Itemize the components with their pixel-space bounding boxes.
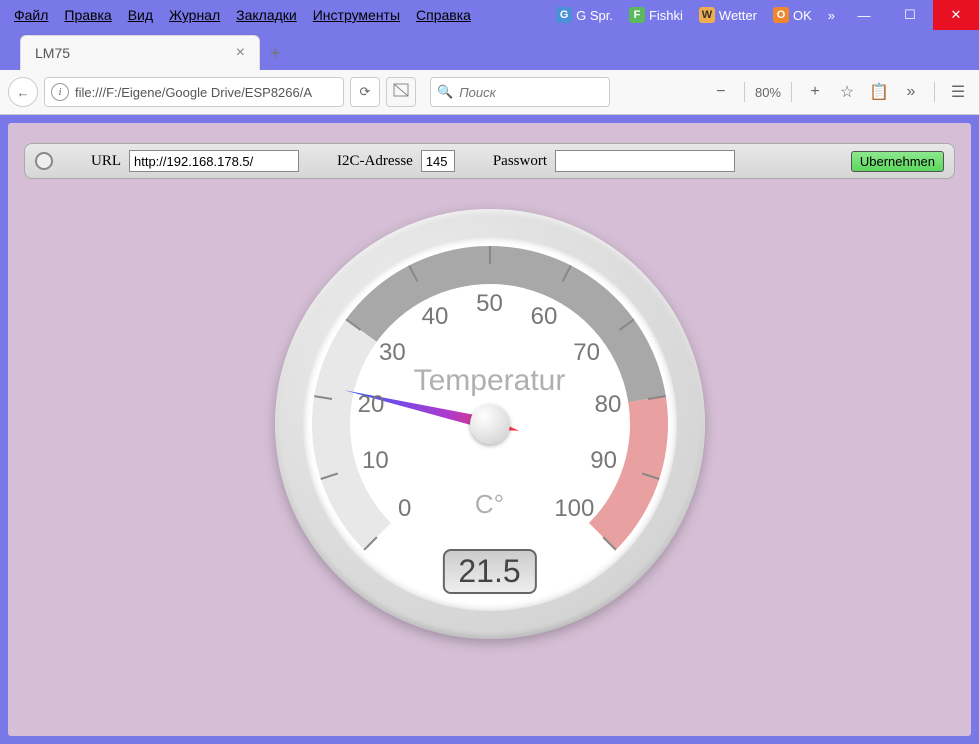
window-minimize-button[interactable]: — xyxy=(841,0,887,30)
divider xyxy=(791,82,792,102)
password-label: Passwort xyxy=(493,153,547,170)
gauge-tick-label: 50 xyxy=(476,290,503,318)
reload-icon: ⟳ xyxy=(360,84,371,100)
menu-help[interactable]: Справка xyxy=(410,5,477,25)
new-tab-button[interactable]: + xyxy=(260,37,291,70)
minus-icon: − xyxy=(716,83,725,101)
clipboard-icon: 📋 xyxy=(869,82,889,102)
navigation-toolbar: ← i file:///F:/Eigene/Google Drive/ESP82… xyxy=(0,70,979,114)
arrow-left-icon: ← xyxy=(17,85,30,100)
bookmark-overflow[interactable]: » xyxy=(822,6,841,25)
reader-icon xyxy=(393,82,409,103)
url-text: file:///F:/Eigene/Google Drive/ESP8266/A xyxy=(75,85,312,100)
gauge-needle-cap xyxy=(470,404,510,444)
url-label: URL xyxy=(91,153,121,170)
bookmark-icon: W xyxy=(699,7,715,23)
window-controls: — ☐ ✕ xyxy=(841,0,979,30)
gauge-tick-label: 0 xyxy=(398,495,411,523)
back-button[interactable]: ← xyxy=(8,77,38,107)
site-info-icon[interactable]: i xyxy=(51,83,69,101)
bookmark-label: OK xyxy=(793,8,812,23)
bookmark-star-button[interactable]: ☆ xyxy=(834,79,860,105)
search-bar[interactable]: 🔍 xyxy=(430,77,610,107)
maximize-icon: ☐ xyxy=(904,7,916,23)
bookmark-ok[interactable]: O OK xyxy=(767,5,818,25)
menu-history[interactable]: Журнал xyxy=(163,5,226,25)
plus-icon: + xyxy=(810,83,819,101)
temperature-gauge: Temperatur C° 21.5 0 10 20 30 40 50 60 70 80 90 10… xyxy=(275,209,705,639)
password-input[interactable] xyxy=(555,150,735,172)
zoom-level: 80% xyxy=(755,85,781,100)
window-close-button[interactable]: ✕ xyxy=(933,0,979,30)
minimize-icon: — xyxy=(858,8,871,23)
search-icon: 🔍 xyxy=(437,84,453,100)
gauge-title: Temperatur xyxy=(275,364,705,398)
page-viewport: URL I2C-Adresse Passwort Ubernehmen xyxy=(0,115,979,744)
gauge-value: 21.5 xyxy=(442,549,536,594)
gauge-tick-label: 60 xyxy=(531,303,558,331)
gauge-tick-label: 100 xyxy=(554,495,594,523)
divider xyxy=(744,82,745,102)
gauge-unit: C° xyxy=(275,489,705,520)
gauge-container: Temperatur C° 21.5 0 10 20 30 40 50 60 70 80 90 10… xyxy=(24,209,955,639)
overflow-button[interactable]: » xyxy=(898,79,924,105)
bookmark-label: G Spr. xyxy=(576,8,613,23)
zoom-in-button[interactable]: + xyxy=(802,79,828,105)
bookmark-icon: O xyxy=(773,7,789,23)
bookmark-label: Fishki xyxy=(649,8,683,23)
page-body: URL I2C-Adresse Passwort Ubernehmen xyxy=(8,123,971,736)
submit-button[interactable]: Ubernehmen xyxy=(851,151,944,172)
zoom-out-button[interactable]: − xyxy=(708,79,734,105)
gauge-tick-label: 30 xyxy=(379,339,406,367)
chevron-right-icon: » xyxy=(907,83,916,101)
menu-tools[interactable]: Инструменты xyxy=(307,5,406,25)
menu-bookmarks[interactable]: Закладки xyxy=(230,5,303,25)
addr-label: I2C-Adresse xyxy=(337,153,413,170)
hamburger-icon: ☰ xyxy=(951,82,965,102)
menu-view[interactable]: Вид xyxy=(122,5,159,25)
tab-lm75[interactable]: LM75 × xyxy=(20,35,260,70)
bookmark-label: Wetter xyxy=(719,8,757,23)
search-input[interactable] xyxy=(459,85,603,100)
menu-bar: Файл Правка Вид Журнал Закладки Инструме… xyxy=(0,0,550,30)
bookmark-wetter[interactable]: W Wetter xyxy=(693,5,763,25)
window-maximize-button[interactable]: ☐ xyxy=(887,0,933,30)
status-led xyxy=(35,152,53,170)
star-icon: ☆ xyxy=(840,82,854,102)
url-input[interactable] xyxy=(129,150,299,172)
addr-input[interactable] xyxy=(421,150,455,172)
window-titlebar: Файл Правка Вид Журнал Закладки Инструме… xyxy=(0,0,979,30)
config-bar: URL I2C-Adresse Passwort Ubernehmen xyxy=(24,143,955,179)
menu-file[interactable]: Файл xyxy=(8,5,54,25)
tab-close-button[interactable]: × xyxy=(236,44,245,62)
bookmark-fishki[interactable]: F Fishki xyxy=(623,5,689,25)
chevron-right-icon: » xyxy=(828,8,835,23)
gauge-tick-label: 80 xyxy=(595,391,622,419)
menu-edit[interactable]: Правка xyxy=(58,5,117,25)
gauge-tick-label: 10 xyxy=(362,447,389,475)
reload-button[interactable]: ⟳ xyxy=(350,77,380,107)
menu-button[interactable]: ☰ xyxy=(945,79,971,105)
gauge-tick-label: 90 xyxy=(590,447,617,475)
gauge-tick-label: 40 xyxy=(422,303,449,331)
gauge-tick-label: 20 xyxy=(358,391,385,419)
tab-title: LM75 xyxy=(35,45,70,61)
reader-button[interactable] xyxy=(386,77,416,107)
url-bar[interactable]: i file:///F:/Eigene/Google Drive/ESP8266… xyxy=(44,77,344,107)
divider xyxy=(934,82,935,102)
bookmark-icon: G xyxy=(556,7,572,23)
bookmark-gspr[interactable]: G G Spr. xyxy=(550,5,619,25)
gauge-tick-label: 70 xyxy=(573,339,600,367)
bookmark-icon: F xyxy=(629,7,645,23)
library-button[interactable]: 📋 xyxy=(866,79,892,105)
close-icon: ✕ xyxy=(951,7,962,23)
bookmark-toolbar: G G Spr. F Fishki W Wetter O OK » xyxy=(550,0,841,30)
plus-icon: + xyxy=(270,43,281,63)
tab-strip: LM75 × + xyxy=(0,30,979,70)
